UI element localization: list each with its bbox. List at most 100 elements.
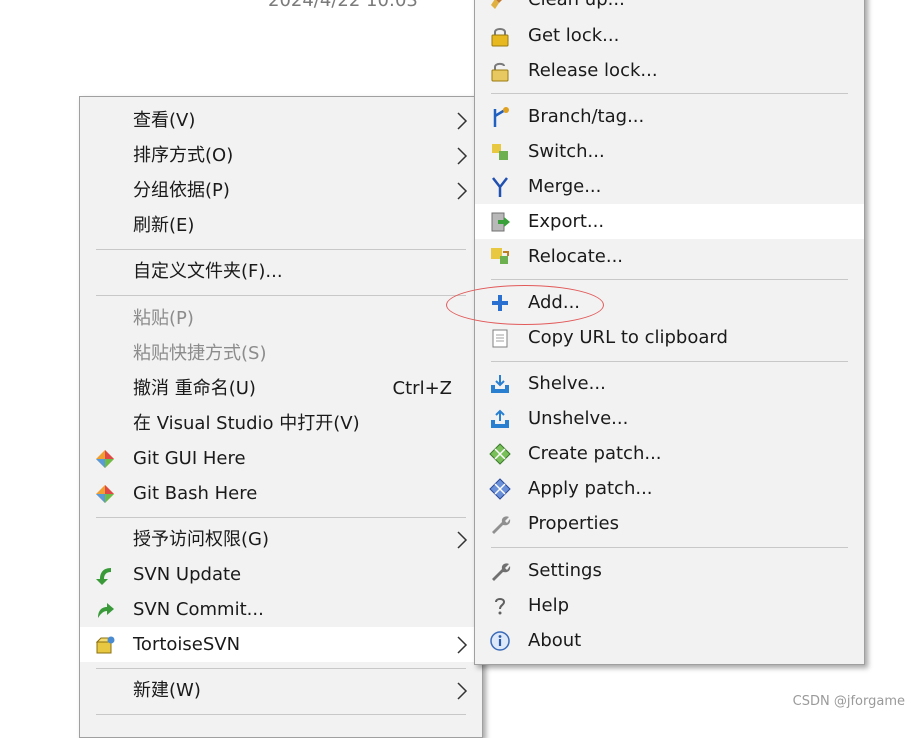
menu-item-get-lock[interactable]: Get lock... [475, 18, 864, 53]
branch-icon [493, 107, 509, 127]
menu-item-label: 新建(W) [133, 680, 201, 701]
tortoisesvn-submenu: Clean up... Get lock... Release lock... … [474, 0, 865, 665]
menu-item-svn-commit[interactable]: SVN Commit... [80, 592, 482, 627]
menu-item-help[interactable]: Help [475, 588, 864, 623]
menu-item-label: Create patch... [528, 443, 662, 464]
menu-item-unshelve[interactable]: Unshelve... [475, 401, 864, 436]
menu-item-svn-update[interactable]: SVN Update [80, 557, 482, 592]
menu-item-grant-access[interactable]: 授予访问权限(G) [80, 522, 482, 557]
menu-item-label: Branch/tag... [528, 106, 645, 127]
menu-item-apply-patch[interactable]: Apply patch... [475, 471, 864, 506]
menu-item-label: About [528, 630, 582, 651]
menu-separator [96, 249, 466, 250]
svn-commit-icon [98, 603, 114, 618]
menu-item-label: Settings [528, 560, 602, 581]
chevron-right-icon [457, 112, 468, 130]
wrench-icon [492, 563, 511, 581]
menu-separator [96, 517, 466, 518]
unlock-icon [491, 62, 509, 82]
menu-separator [491, 547, 848, 548]
explorer-context-menu: 查看(V) 排序方式(O) 分组依据(P) 刷新(E) 自定义文件夹(F)...… [79, 96, 483, 738]
menu-item-copy-url[interactable]: Copy URL to clipboard [475, 320, 864, 355]
menu-item-add[interactable]: Add... [475, 285, 864, 320]
menu-item-label: 撤消 重命名(U) [133, 378, 256, 399]
menu-item-label: 自定义文件夹(F)... [133, 261, 283, 282]
menu-item-label: Relocate... [528, 246, 624, 267]
watermark-credit: CSDN @jforgame [792, 694, 905, 709]
tortoisesvn-icon [95, 636, 115, 654]
menu-item-label: 在 Visual Studio 中打开(V) [133, 413, 360, 434]
menu-item-label: Help [528, 595, 570, 616]
menu-item-open-in-visual-studio[interactable]: 在 Visual Studio 中打开(V) [80, 406, 482, 441]
menu-item-refresh[interactable]: 刷新(E) [80, 208, 482, 243]
menu-separator [491, 93, 848, 94]
unshelve-icon [491, 409, 509, 428]
menu-item-settings[interactable]: Settings [475, 553, 864, 588]
menu-item-label: 分组依据(P) [133, 180, 230, 201]
chevron-right-icon [457, 531, 468, 549]
menu-item-label: Copy URL to clipboard [528, 327, 728, 348]
svn-update-icon [96, 568, 111, 585]
menu-item-shelve[interactable]: Shelve... [475, 366, 864, 401]
menu-item-branch-tag[interactable]: Branch/tag... [475, 99, 864, 134]
menu-item-label: 粘贴(P) [133, 308, 194, 329]
menu-item-release-lock[interactable]: Release lock... [475, 53, 864, 88]
file-timestamp: 2024/4/22 10:03 [268, 0, 418, 11]
git-icon [96, 485, 114, 503]
menu-item-about[interactable]: About [475, 623, 864, 658]
menu-item-paste: 粘贴(P) [80, 301, 482, 336]
clipboard-icon [492, 329, 508, 348]
menu-item-tortoisesvn[interactable]: TortoiseSVN [80, 627, 482, 662]
menu-item-label: Git GUI Here [133, 448, 246, 469]
menu-separator [96, 714, 466, 715]
menu-item-undo-rename[interactable]: 撤消 重命名(U) Ctrl+Z [80, 371, 482, 406]
menu-item-git-bash-here[interactable]: Git Bash Here [80, 476, 482, 511]
patch-icon [489, 443, 511, 465]
broom-icon [491, 0, 502, 9]
keyboard-shortcut: Ctrl+Z [392, 378, 452, 399]
menu-item-customize-folder[interactable]: 自定义文件夹(F)... [80, 254, 482, 289]
menu-item-group-by[interactable]: 分组依据(P) [80, 173, 482, 208]
menu-item-label: 查看(V) [133, 110, 196, 131]
menu-item-label: Shelve... [528, 373, 606, 394]
menu-separator [96, 295, 466, 296]
menu-item-properties[interactable]: Properties [475, 506, 864, 541]
menu-item-label: Properties [528, 513, 619, 534]
menu-item-label: 刷新(E) [133, 215, 195, 236]
menu-item-paste-shortcut: 粘贴快捷方式(S) [80, 336, 482, 371]
relocate-icon [491, 248, 509, 264]
menu-separator [491, 361, 848, 362]
export-icon [491, 212, 510, 232]
chevron-right-icon [457, 182, 468, 200]
menu-item-switch[interactable]: Switch... [475, 134, 864, 169]
menu-item-create-patch[interactable]: Create patch... [475, 436, 864, 471]
menu-item-merge[interactable]: Merge... [475, 169, 864, 204]
menu-item-label: Add... [528, 292, 581, 313]
lock-icon [491, 28, 509, 47]
menu-item-view[interactable]: 查看(V) [80, 103, 482, 138]
menu-item-new[interactable]: 新建(W) [80, 673, 482, 708]
menu-item-sort-by[interactable]: 排序方式(O) [80, 138, 482, 173]
menu-item-git-gui-here[interactable]: Git GUI Here [80, 441, 482, 476]
menu-item-label: Switch... [528, 141, 605, 162]
menu-item-clean-up[interactable]: Clean up... [475, 0, 864, 17]
menu-item-label: SVN Commit... [133, 599, 264, 620]
menu-item-relocate[interactable]: Relocate... [475, 239, 864, 274]
info-icon [490, 631, 510, 651]
menu-separator [491, 279, 848, 280]
apply-patch-icon [489, 478, 511, 500]
question-mark-icon [495, 598, 506, 615]
menu-item-label: 授予访问权限(G) [133, 529, 269, 550]
menu-item-label: 粘贴快捷方式(S) [133, 343, 267, 364]
menu-item-label: Export... [528, 211, 605, 232]
menu-item-label: Unshelve... [528, 408, 629, 429]
menu-item-label: Apply patch... [528, 478, 653, 499]
menu-item-label: Get lock... [528, 25, 620, 46]
menu-item-label: Clean up... [528, 0, 625, 17]
menu-item-label: 排序方式(O) [133, 145, 234, 166]
menu-item-label: Release lock... [528, 60, 658, 81]
menu-item-label: Git Bash Here [133, 483, 258, 504]
menu-item-export[interactable]: Export... [475, 204, 864, 239]
menu-item-label: Merge... [528, 176, 602, 197]
merge-icon [492, 177, 508, 197]
